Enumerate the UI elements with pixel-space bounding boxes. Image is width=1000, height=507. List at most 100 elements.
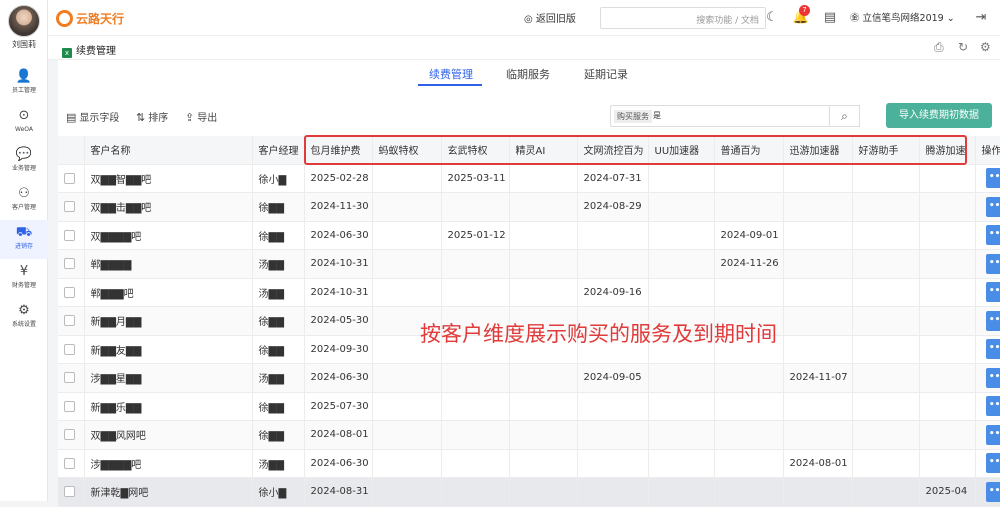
settings-icon[interactable]: ⚙ [980,40,991,54]
service-expiry-cell: 2024-09-16 [577,278,649,307]
service-expiry-cell [648,192,715,222]
service-expiry-cell: 2024-11-30 [304,192,373,222]
more-actions-button[interactable]: ••• [986,481,1000,502]
company-switcher[interactable]: ㊎ 立信笔鸟网络2019 ⌄ [850,10,955,24]
more-actions-button[interactable]: ••• [986,367,1000,388]
row-checkbox[interactable] [64,400,75,412]
service-expiry-cell [852,221,920,250]
sidebar-item-business[interactable]: 💬 业务管理 [0,142,48,181]
manager-cell: 汤▇▇ [252,278,305,307]
logo[interactable]: 云路天行 [56,9,146,27]
row-checkbox[interactable] [64,457,75,469]
doc-tab[interactable]: x 续费管理 [62,42,116,58]
table-row[interactable]: 双▇▇智▇▇吧 徐小▇ 2025-02-28 2025-03-11 2024-07-31… [58,164,1000,193]
table-row[interactable]: 新▇▇乐▇▇徐▇▇2025-07-30 ••• [58,392,1000,421]
filter-input[interactable]: 购买服务 是 [610,105,830,127]
service-expiry-cell [919,306,976,336]
table-row[interactable]: 郸▇▇▇▇汤▇▇2024-10-31 2024-11-26 ••• [58,249,1000,279]
customer-name-cell: 新▇▇友▇▇ [84,335,253,364]
service-expiry-cell: 2024-11-26 [714,249,784,279]
print-icon[interactable]: ⎙ [934,40,944,55]
action-cell: ••• [975,164,1000,193]
row-checkbox[interactable] [64,172,75,184]
moon-icon[interactable]: ☾ [763,8,781,28]
tab-renewal[interactable]: 续费管理 [429,66,473,82]
logout-icon[interactable]: ⇥ [972,8,990,28]
manager-cell: 徐▇▇ [252,420,305,450]
sidebar-item-finance[interactable]: ¥ 财务管理 [0,259,48,298]
customer-name-cell: 新▇▇乐▇▇ [84,392,253,421]
sidebar-item-customers[interactable]: ⚇ 客户管理 [0,181,48,220]
service-expiry-cell: 2024-06-30 [304,221,373,250]
row-checkbox[interactable] [64,429,75,440]
column-header[interactable]: 普通百为 [714,136,784,165]
table-row[interactable]: 涉▇▇▇▇吧汤▇▇2024-06-30 2024-08-01 ••• [58,449,1000,478]
service-expiry-cell [919,420,976,450]
column-header[interactable]: 文网流控百为 [577,136,649,165]
more-actions-button[interactable]: ••• [986,310,1000,331]
more-actions-button[interactable]: ••• [986,225,1000,246]
service-expiry-cell [509,192,578,222]
more-actions-button[interactable]: ••• [986,168,1000,189]
sidebar-item-settings[interactable]: ⚙ 系统设置 [0,298,48,337]
table-row[interactable]: 双▇▇击▇▇吧徐▇▇2024-11-30 2024-08-29 ••• [58,192,1000,222]
row-checkbox[interactable] [64,201,75,212]
table-row[interactable]: 涉▇▇星▇▇ 汤▇▇ 2024-06-30 2024-09-05 2024-11-07 •… [58,363,1000,393]
global-search-input[interactable]: 搜索功能 / 文档 [600,7,766,29]
service-expiry-cell [714,363,784,393]
service-expiry-cell [372,249,442,279]
row-checkbox[interactable] [64,315,75,326]
column-header[interactable]: 玄武特权 [441,136,510,165]
column-header[interactable]: 好游助手 [852,136,920,165]
tab-expiring[interactable]: 临期服务 [506,66,550,82]
column-header[interactable]: 精灵AI [509,136,578,165]
row-checkbox[interactable] [64,486,75,497]
money-icon: ¥ [19,264,29,279]
row-checkbox[interactable] [64,258,75,269]
more-actions-button[interactable]: ••• [986,196,1000,217]
sort-button[interactable]: ⇅ 排序 [136,109,168,124]
tab-extension[interactable]: 延期记录 [584,66,628,82]
more-actions-button[interactable]: ••• [986,396,1000,417]
service-expiry-cell [919,392,976,421]
export-button[interactable]: ⇪ 导出 [185,109,217,124]
more-actions-button[interactable]: ••• [986,282,1000,303]
import-initial-data-button[interactable]: 导入续费期初数据 [886,103,992,128]
column-header[interactable]: UU加速器 [648,136,715,165]
manager-cell: 徐▇▇ [252,335,305,364]
row-checkbox[interactable] [64,343,75,355]
service-expiry-cell: 2024-08-29 [577,192,649,222]
manager-cell: 徐▇▇ [252,306,305,336]
more-actions-button[interactable]: ••• [986,453,1000,474]
column-header[interactable]: 客户经理 [252,136,305,165]
column-header[interactable]: 迅游加速器 [783,136,853,165]
old-version-link[interactable]: ◎ 返回旧版 [524,10,576,25]
more-actions-button[interactable]: ••• [986,339,1000,360]
column-header[interactable]: 客户名称 [84,136,253,165]
sidebar-item-inventory[interactable]: ⛟ 进销存 [0,220,48,259]
table-row[interactable]: 双▇▇▇▇吧 徐▇▇ 2024-06-30 2025-01-12 2024-09-01 •… [58,221,1000,250]
export-icon: ⇪ [185,111,195,124]
avatar[interactable] [8,5,40,37]
document-icon[interactable]: ▤ [821,8,839,28]
search-button[interactable]: ⌕ [830,105,860,127]
table-row[interactable]: 郸▇▇▇吧汤▇▇2024-10-31 2024-09-16 ••• [58,278,1000,307]
row-checkbox-cell [58,449,85,478]
column-header[interactable]: 蚂蚁特权 [372,136,442,165]
table-row[interactable]: 新津乾▇网吧徐小▇2024-08-31 2025-04 ••• [58,477,1000,507]
row-checkbox[interactable] [64,286,75,298]
column-header[interactable]: 包月维护费 [304,136,373,165]
service-expiry-cell: 2024-11-07 [783,363,853,393]
customer-name-cell: 郸▇▇▇吧 [84,278,253,307]
show-fields-button[interactable]: ▤ 显示字段 [66,109,119,124]
column-header[interactable]: 腾游加速 [919,136,976,165]
more-actions-button[interactable]: ••• [986,253,1000,274]
table-row[interactable]: 双▇▇风网吧徐▇▇2024-08-01 ••• [58,420,1000,450]
more-actions-button[interactable]: ••• [986,424,1000,445]
refresh-icon[interactable]: ↻ [958,40,968,54]
sidebar-item-staff[interactable]: 👤 员工管理 [0,64,48,103]
action-cell: ••• [975,278,1000,307]
row-checkbox[interactable] [64,229,75,241]
sidebar-item-weoa[interactable]: ⊙ WeOA [0,103,48,142]
row-checkbox[interactable] [64,372,75,383]
